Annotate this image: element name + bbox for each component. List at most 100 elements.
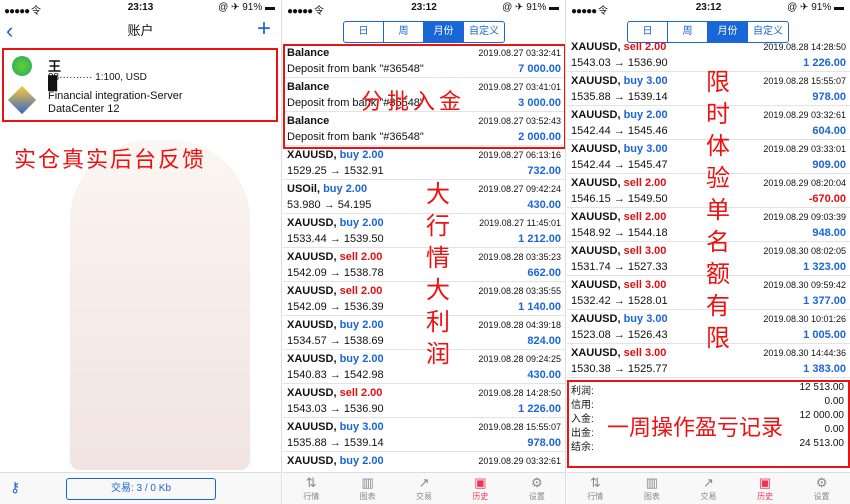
tab-quotes[interactable]: ⇅ 行情 <box>567 473 624 504</box>
tab-bar: ⇅ 行情 ▥ 图表 ↗ 交易 ▣ 历史 ⚙ 设置 <box>567 472 850 504</box>
row-prices: 1529.25 → 1532.91 <box>287 165 384 177</box>
row-datetime: 2019.08.29 09:03:39 <box>763 212 846 222</box>
row-profit: 909.00 <box>812 159 846 171</box>
row-datetime: 2019.08.28 03:35:55 <box>478 286 561 296</box>
overlay-char: 单 <box>706 196 730 224</box>
overlay-char: 情 <box>426 244 450 272</box>
overlay-char: 行 <box>426 212 450 240</box>
tab-history[interactable]: ▣ 历史 <box>737 473 794 504</box>
server-logo-icon <box>7 85 37 115</box>
row-title: XAUUSD, sell 3.00 <box>571 347 667 359</box>
row-title: XAUUSD, buy 3.00 <box>287 421 384 433</box>
row-title: XAUUSD, sell 2.00 <box>287 285 383 297</box>
overlay-deposit-caption: 分批入金 <box>361 90 466 115</box>
key-icon[interactable]: ⚷ <box>10 479 20 496</box>
overlay-char: 大 <box>426 276 450 304</box>
overlay-char: 大 <box>426 180 450 208</box>
tab-trade[interactable]: ↗ 交易 <box>680 473 737 504</box>
row-datetime: 2019.08.29 03:32:61 <box>763 110 846 120</box>
trade-row[interactable]: XAUUSD, sell 2.00 2019.08.28 14:28:50 1543… <box>283 384 565 418</box>
row-prices: 1533.44 → 1539.50 <box>287 233 384 245</box>
tab-history[interactable]: ▣ 历史 <box>452 473 508 504</box>
row-profit: 1 005.00 <box>803 329 846 341</box>
row-profit: 948.00 <box>812 227 846 239</box>
gear-icon: ⚙ <box>531 475 543 490</box>
overlay-profit-caption: 大行情大利润 <box>423 178 453 370</box>
row-profit: 978.00 <box>527 437 561 449</box>
row-profit: 1 226.00 <box>518 403 561 415</box>
row-title: XAUUSD, sell 3.00 <box>571 245 667 257</box>
history-panel-1: ●●●●● 令 23:12 @ ✈ 91% ▬ 日 周 月份 自定义 Balan… <box>283 0 566 504</box>
tab-day[interactable]: 日 <box>344 22 384 42</box>
row-title: XAUUSD, buy 2.00 <box>571 109 668 121</box>
row-title: USOil, buy 2.00 <box>287 183 368 195</box>
chart-icon: ▥ <box>645 475 659 490</box>
row-title: XAUUSD, sell 2.00 <box>571 211 667 223</box>
add-account-icon[interactable]: + <box>257 14 271 44</box>
server-item[interactable]: Financial integration-Server DataCenter … <box>7 85 183 115</box>
row-profit: 1 383.00 <box>803 363 846 375</box>
overlay-char: 利 <box>426 308 450 336</box>
row-datetime: 2019.08.29 03:33:01 <box>763 144 846 154</box>
battery-indicator: @ ✈ 91% ▬ <box>218 2 275 13</box>
history-icon: ▣ <box>758 475 772 490</box>
row-prices: 1548.92 → 1544.18 <box>571 227 668 239</box>
row-profit: -670.00 <box>808 193 846 205</box>
chart-icon: ▥ <box>361 475 374 490</box>
row-title: XAUUSD, sell 2.00 <box>287 387 383 399</box>
tab-settings[interactable]: ⚙ 设置 <box>509 473 565 504</box>
overlay-limited-caption: 限时体验单名额有限 <box>703 66 733 354</box>
account-item[interactable]: 王█ 88·········· 1:100, USD <box>12 56 147 90</box>
server-name: DataCenter 12 <box>48 103 120 115</box>
tab-bar: ⇅ 行情 ▥ 图表 ↗ 交易 ▣ 历史 ⚙ 设置 <box>283 472 565 504</box>
nav-bar: ‹ 账户 + <box>0 14 281 46</box>
back-icon[interactable]: ‹ <box>6 16 13 46</box>
row-title: XAUUSD, buy 2.00 <box>287 455 384 467</box>
row-datetime: 2019.08.27 11:45:01 <box>479 218 561 228</box>
row-datetime: 2019.08.27 06:13:16 <box>478 150 561 160</box>
row-title: XAUUSD, sell 3.00 <box>571 279 667 291</box>
row-title: XAUUSD, buy 2.00 <box>287 149 384 161</box>
trade-row[interactable]: XAUUSD, buy 2.00 2019.08.29 03:32:61 <box>283 452 565 472</box>
row-prices: 1534.57 → 1538.69 <box>287 335 384 347</box>
row-prices: 1535.88 → 1539.14 <box>287 437 384 449</box>
tab-week[interactable]: 周 <box>384 22 424 42</box>
gear-icon: ⚙ <box>815 475 828 490</box>
trade-row[interactable]: XAUUSD, buy 3.00 2019.08.28 15:55:07 1535.… <box>283 418 565 452</box>
row-prices: 1542.44 → 1545.47 <box>571 159 668 171</box>
trade-button[interactable]: 交易: 3 / 0 Kb <box>66 478 216 500</box>
status-bar: ●●●●● 令 23:13 @ ✈ 91% ▬ <box>0 0 281 17</box>
row-datetime: 2019.08.28 15:55:07 <box>478 422 561 432</box>
row-prices: 1546.15 → 1549.50 <box>571 193 668 205</box>
tab-trade[interactable]: ↗ 交易 <box>396 473 452 504</box>
row-profit: 1 140.00 <box>518 301 561 313</box>
tab-chart[interactable]: ▥ 图表 <box>624 473 681 504</box>
row-title: XAUUSD, buy 3.00 <box>571 313 668 325</box>
row-profit: 978.00 <box>812 91 846 103</box>
row-datetime: 2019.08.27 09:42:24 <box>478 184 561 194</box>
row-prices: 1535.88 → 1539.14 <box>571 91 668 103</box>
row-title: XAUUSD, buy 2.00 <box>287 319 384 331</box>
row-prices: 1532.42 → 1528.01 <box>571 295 668 307</box>
row-prices: 1540.83 → 1542.98 <box>287 369 384 381</box>
battery-indicator: @ ✈ 91% ▬ <box>787 2 844 13</box>
row-prices: 1542.09 → 1536.39 <box>287 301 384 313</box>
overlay-char: 限 <box>706 324 730 352</box>
bottom-bar: ⚷ 交易: 3 / 0 Kb <box>0 472 281 504</box>
row-datetime: 2019.08.30 10:01:26 <box>763 314 846 324</box>
tab-month[interactable]: 月份 <box>424 22 464 42</box>
row-title: XAUUSD, sell 2.00 <box>287 251 383 263</box>
trade-row[interactable]: XAUUSD, buy 2.00 2019.08.27 06:13:16 1529.… <box>283 146 565 180</box>
overlay-char: 额 <box>706 260 730 288</box>
tab-quotes[interactable]: ⇅ 行情 <box>283 473 339 504</box>
row-prices: 1543.03 → 1536.90 <box>287 403 384 415</box>
period-selector: 日 周 月份 自定义 <box>343 21 505 43</box>
tab-custom[interactable]: 自定义 <box>464 22 504 42</box>
row-datetime: 2019.08.30 08:02:05 <box>763 246 846 256</box>
row-profit: 732.00 <box>527 165 561 177</box>
tab-settings[interactable]: ⚙ 设置 <box>793 473 850 504</box>
history-icon: ▣ <box>474 475 487 490</box>
overlay-char: 润 <box>426 340 450 368</box>
tab-chart[interactable]: ▥ 图表 <box>339 473 395 504</box>
history-panel-2: ●●●●● 令 23:12 @ ✈ 91% ▬ 日 周 月份 自定义 XAUUS… <box>567 0 850 504</box>
